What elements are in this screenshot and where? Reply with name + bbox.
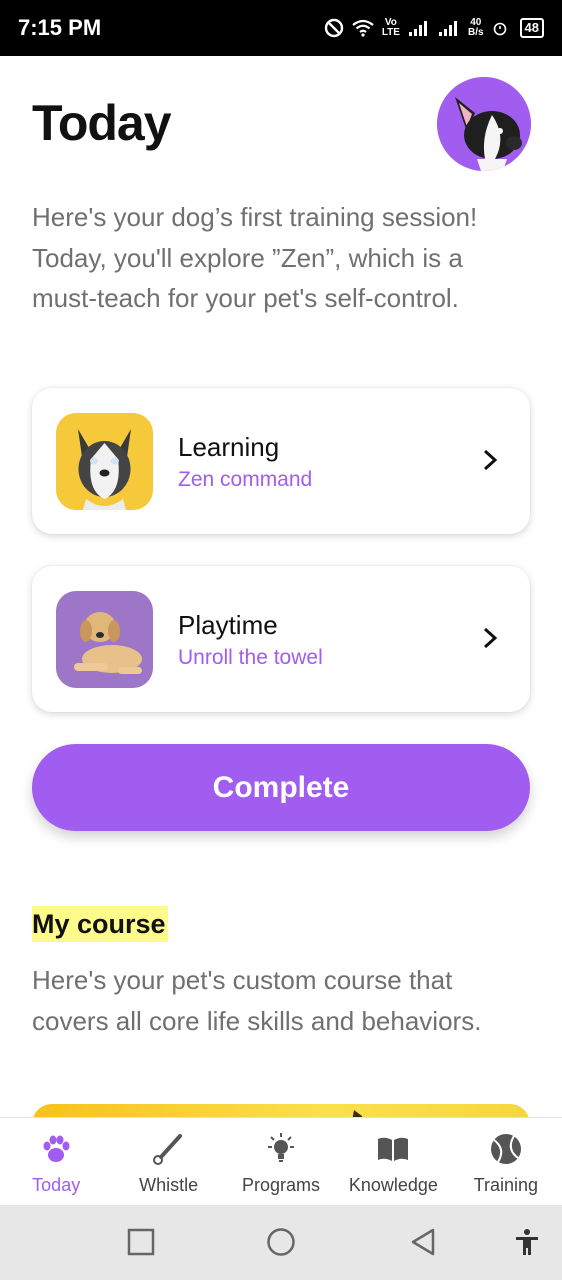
- playtime-thumbnail: [56, 591, 153, 688]
- course-description: Here's your pet's custom course that cov…: [32, 965, 482, 1036]
- card-subtitle: Unroll the towel: [178, 646, 323, 669]
- book-icon: [378, 1137, 409, 1161]
- status-time: 7:15 PM: [18, 15, 102, 40]
- status-icons: Vo LTE 40 B/s 48: [324, 18, 544, 38]
- battery-indicator: 48: [519, 18, 544, 38]
- nav-item-programs[interactable]: Programs: [225, 1118, 337, 1206]
- nav-label: Today: [32, 1175, 81, 1195]
- golden-retriever-image-icon: [56, 591, 153, 688]
- avatar[interactable]: [437, 77, 531, 171]
- card-title: Playtime: [178, 610, 278, 640]
- nav-item-whistle[interactable]: Whistle: [112, 1118, 224, 1206]
- chevron-right-icon: [483, 449, 498, 471]
- card-subtitle: Zen command: [178, 468, 313, 491]
- page-title: Today: [32, 95, 172, 151]
- intro-text: Here's your dog’s first training session…: [32, 202, 478, 313]
- volte-indicator: Vo LTE: [381, 17, 400, 38]
- learning-thumbnail: [56, 413, 153, 510]
- nav-label: Whistle: [139, 1175, 199, 1195]
- nav-label: Knowledge: [348, 1175, 438, 1195]
- bottom-navigation: Today Whistle Programs Knowledge Trainin…: [0, 1117, 562, 1206]
- do-not-disturb-icon: [324, 18, 344, 38]
- system-navigation-bar: [0, 1205, 562, 1280]
- ball-icon: [490, 1134, 521, 1164]
- complete-button[interactable]: Complete: [32, 744, 530, 831]
- back-icon[interactable]: [408, 1227, 438, 1257]
- nav-label: Programs: [242, 1175, 321, 1195]
- wifi-icon: [352, 19, 374, 37]
- learning-card[interactable]: Learning Zen command: [32, 388, 530, 534]
- nav-item-training[interactable]: Training: [450, 1118, 562, 1206]
- chevron-right-icon: [483, 627, 498, 649]
- signal-icon: [408, 21, 427, 36]
- card-title: Learning: [178, 432, 280, 462]
- lightbulb-icon: [268, 1133, 295, 1162]
- signal-icon-2: [438, 21, 457, 36]
- husky-image-icon: [56, 413, 153, 510]
- accessibility-icon[interactable]: [512, 1227, 542, 1257]
- playtime-card[interactable]: Playtime Unroll the towel: [32, 566, 530, 712]
- nav-label: Training: [473, 1175, 539, 1195]
- status-bar: 7:15 PM Vo LTE 40 B/s 48: [0, 0, 562, 56]
- nav-item-today[interactable]: Today: [0, 1118, 112, 1206]
- network-speed: 40 B/s: [467, 17, 484, 38]
- home-icon[interactable]: [266, 1227, 296, 1257]
- course-title: My course: [32, 906, 168, 942]
- alarm-icon: [493, 22, 506, 36]
- paw-icon: [43, 1135, 70, 1162]
- recent-apps-icon[interactable]: [126, 1227, 156, 1257]
- whistle-icon: [152, 1134, 182, 1165]
- nav-item-knowledge[interactable]: Knowledge: [337, 1118, 449, 1206]
- dog-avatar-icon: [437, 77, 531, 171]
